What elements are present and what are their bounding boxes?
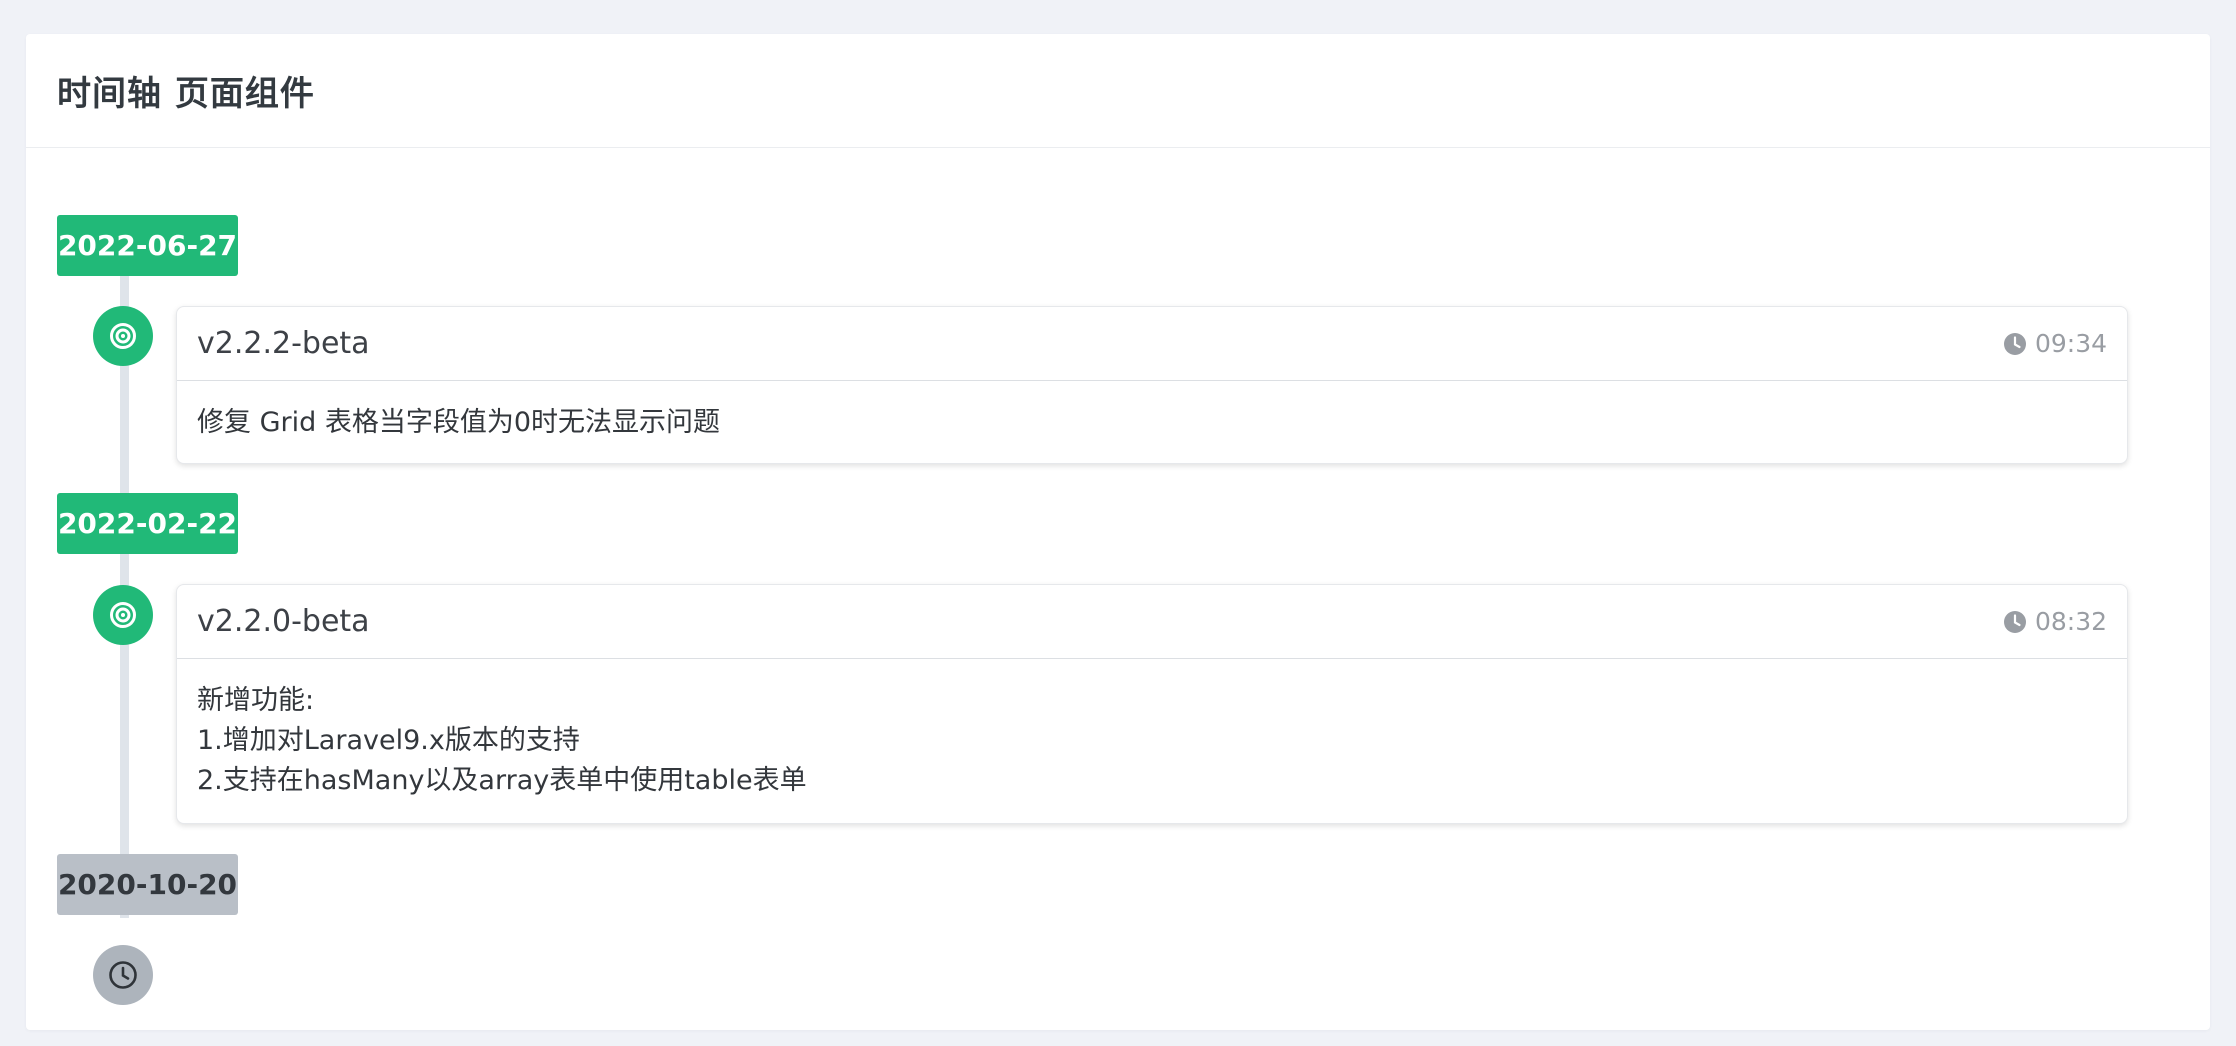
target-icon (93, 306, 153, 366)
item-body-line: 新增功能: (197, 685, 315, 716)
target-icon (93, 585, 153, 645)
date-label: 2022-02-22 (57, 493, 238, 554)
date-label: 2022-06-27 (57, 215, 238, 276)
item-title: v2.2.0-beta (197, 604, 370, 639)
date-label: 2020-10-20 (57, 854, 238, 915)
item-title: v2.2.2-beta (197, 326, 370, 361)
timeline-item: v2.2.0-beta 08:32 新增功能: 1.增加对Laravel9.x版… (176, 584, 2128, 824)
item-body-line: 1.增加对Laravel9.x版本的支持 (197, 725, 580, 756)
item-header: v2.2.0-beta 08:32 (177, 585, 2127, 659)
timeline-item: v2.2.2-beta 09:34 修复 Grid 表格当字段值为0时无法显示问… (176, 306, 2128, 464)
clock-icon (93, 945, 153, 1005)
item-time: 09:34 (2003, 329, 2107, 358)
item-time-text: 08:32 (2034, 607, 2107, 636)
card-header: 时间轴 页面组件 (26, 34, 2210, 148)
item-header: v2.2.2-beta 09:34 (177, 307, 2127, 381)
clock-icon (2003, 332, 2026, 355)
item-body-line: 修复 Grid 表格当字段值为0时无法显示问题 (197, 407, 721, 438)
clock-icon (2003, 610, 2026, 633)
item-body: 修复 Grid 表格当字段值为0时无法显示问题 (177, 381, 2127, 465)
item-body: 新增功能: 1.增加对Laravel9.x版本的支持 2.支持在hasMany以… (177, 659, 2127, 823)
item-time: 08:32 (2003, 607, 2107, 636)
timeline: 2022-06-27 v2.2.2-beta 09:34 修复 Grid 表格当… (26, 148, 2210, 1028)
item-body-line: 2.支持在hasMany以及array表单中使用table表单 (197, 765, 807, 796)
page-title: 时间轴 页面组件 (57, 74, 315, 114)
item-time-text: 09:34 (2034, 329, 2107, 358)
timeline-card: 时间轴 页面组件 2022-06-27 v2.2.2-beta 09:34 修复… (26, 34, 2210, 1030)
